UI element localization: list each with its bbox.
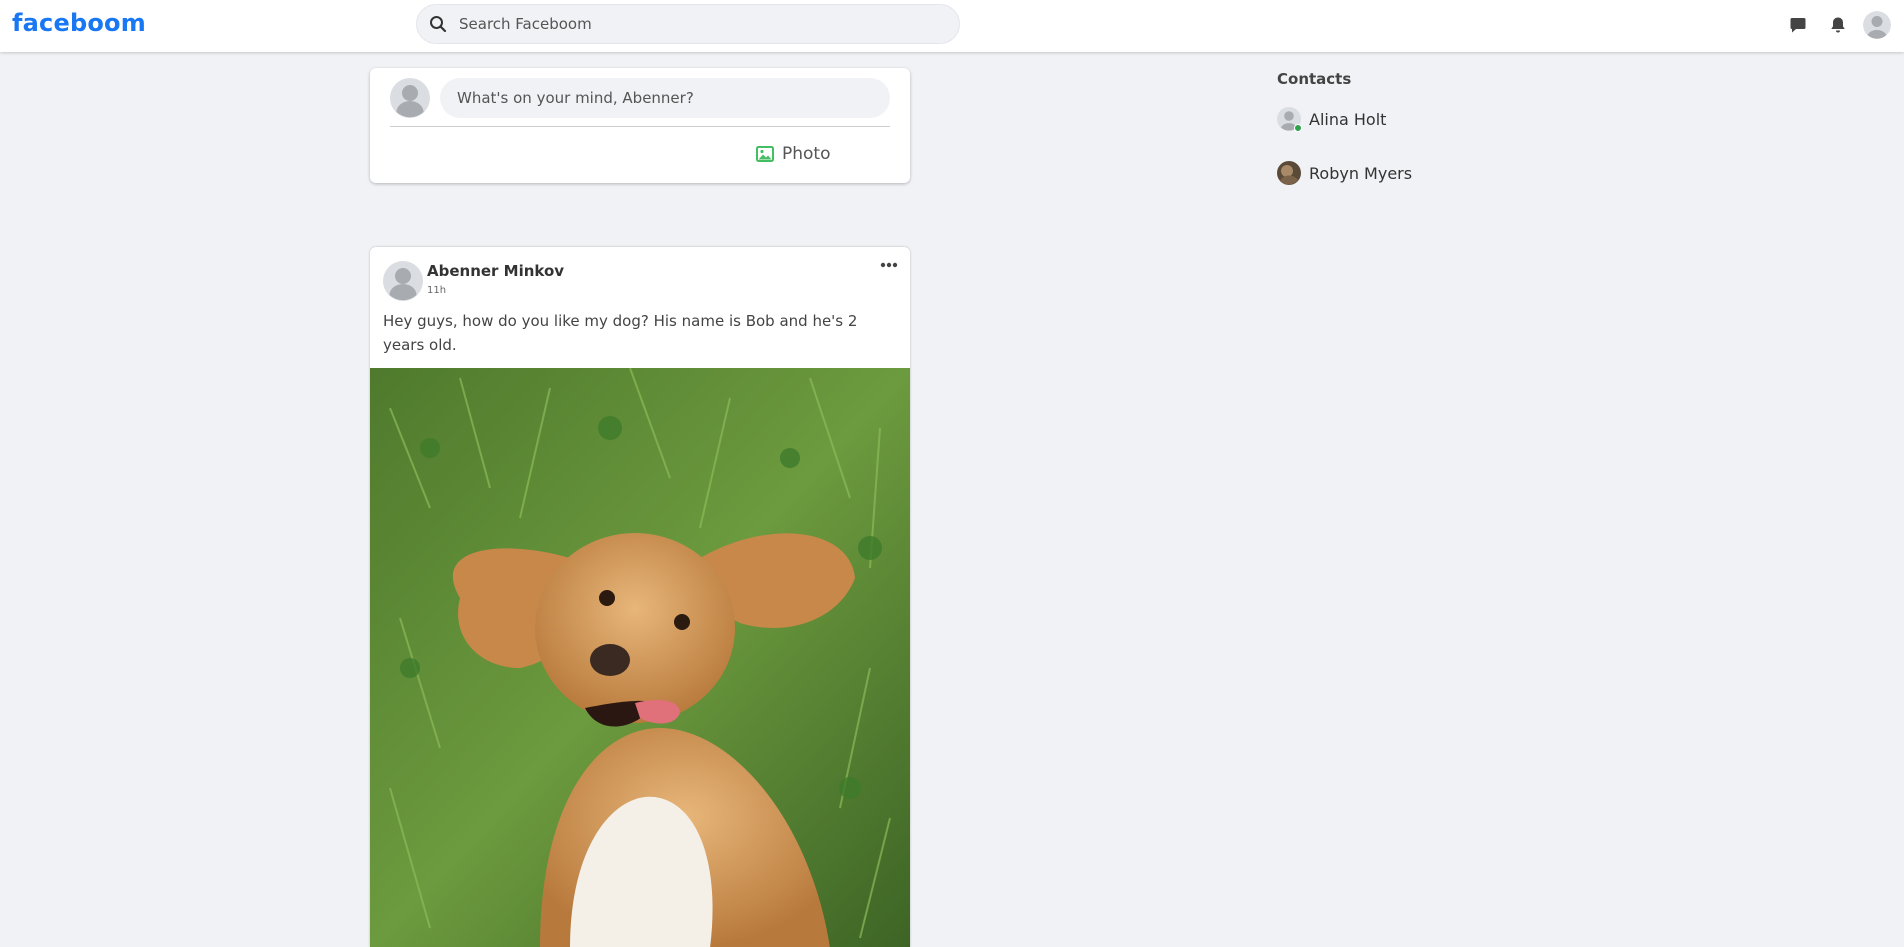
contact-avatar	[1277, 161, 1301, 185]
contacts-heading: Contacts	[1277, 70, 1352, 88]
photo-label: Photo	[782, 144, 831, 164]
contact-name: Alina Holt	[1309, 109, 1387, 129]
online-status-indicator	[1294, 124, 1302, 132]
top-navigation-bar: faceboom	[0, 0, 1904, 52]
search-input[interactable]	[457, 14, 937, 34]
post-author-name[interactable]: Abenner Minkov	[427, 262, 564, 280]
feed-post: Abenner Minkov 11h Hey guys, how do you …	[370, 247, 910, 947]
post-composer: What's on your mind, Abenner? Photo	[370, 68, 910, 183]
photo-icon	[756, 146, 774, 162]
add-photo-button[interactable]: Photo	[756, 144, 831, 164]
contact-avatar	[1277, 107, 1302, 132]
search-bar[interactable]	[416, 4, 960, 44]
composer-input[interactable]: What's on your mind, Abenner?	[440, 78, 890, 118]
contact-item-robyn-myers[interactable]: Robyn Myers	[1277, 158, 1577, 188]
post-photo[interactable]	[370, 368, 910, 947]
app-logo[interactable]: faceboom	[12, 9, 146, 37]
bell-icon[interactable]	[1826, 13, 1850, 37]
contacts-panel: Contacts Alina Holt Robyn Myers	[1277, 70, 1577, 212]
profile-avatar[interactable]	[1863, 11, 1891, 39]
post-text: Hey guys, how do you like my dog? His na…	[383, 312, 858, 354]
composer-avatar[interactable]	[390, 78, 430, 118]
contact-item-alina-holt[interactable]: Alina Holt	[1277, 104, 1577, 134]
messenger-icon[interactable]	[1786, 13, 1810, 37]
post-author-avatar[interactable]	[383, 261, 423, 301]
search-icon	[430, 16, 447, 33]
post-timestamp[interactable]: 11h	[427, 285, 446, 296]
composer-divider	[390, 126, 890, 127]
more-options-icon[interactable]	[877, 257, 901, 273]
contact-name: Robyn Myers	[1309, 163, 1413, 183]
